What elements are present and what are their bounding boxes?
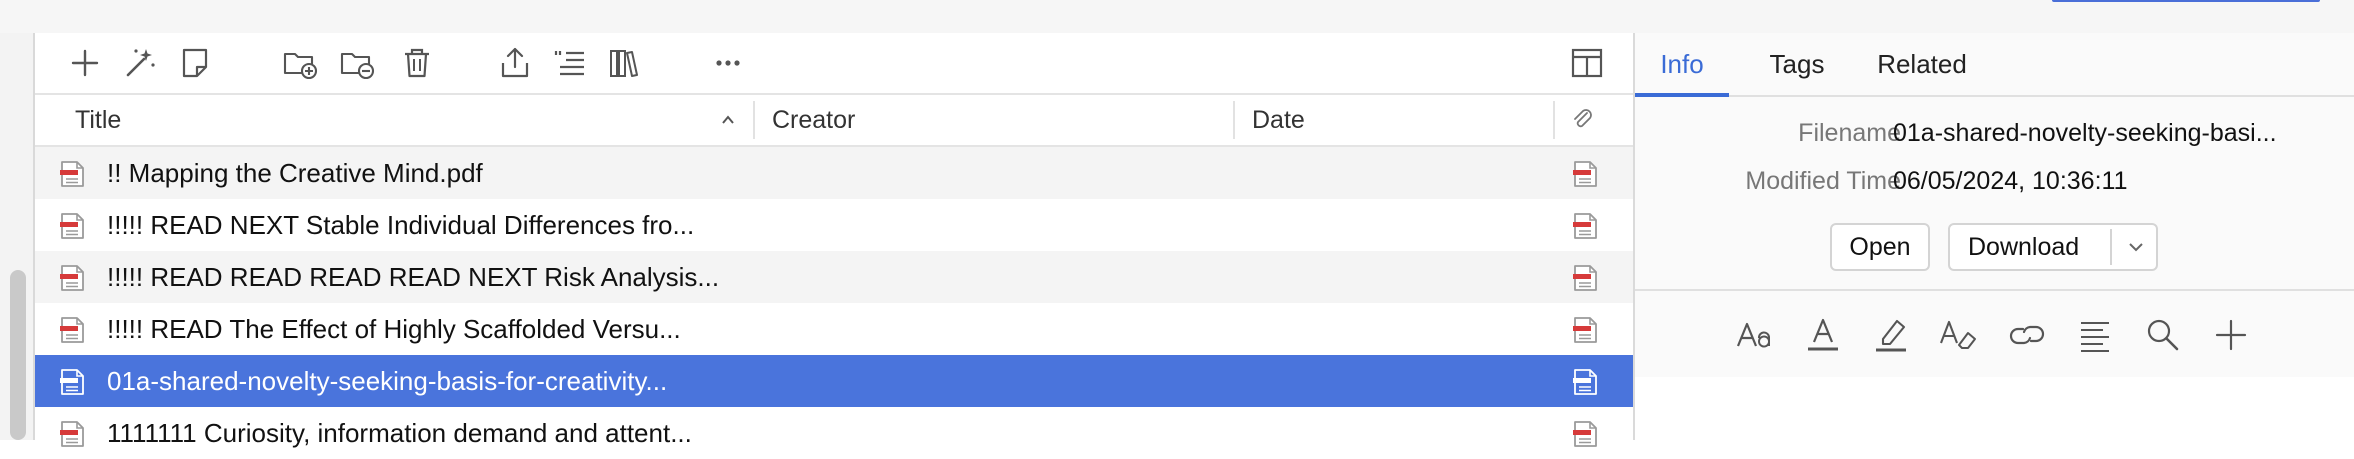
- pdf-icon: [57, 211, 87, 241]
- table-row[interactable]: !!!!! READ NEXT Stable Individual Differ…: [35, 199, 1633, 251]
- column-separator[interactable]: [753, 101, 755, 139]
- filename-value[interactable]: 01a-shared-novelty-seeking-basi...: [1893, 119, 2277, 148]
- modified-time-value: 06/05/2024, 10:36:11: [1893, 167, 2128, 195]
- table-row[interactable]: 1111111 Curiosity, information demand an…: [35, 407, 1633, 459]
- row-title: 1111111 Curiosity, information demand an…: [107, 417, 692, 448]
- trash-icon[interactable]: [397, 45, 437, 81]
- row-title: !!!!! READ The Effect of Highly Scaffold…: [107, 313, 681, 344]
- pdf-attachment-icon[interactable]: [1570, 159, 1600, 189]
- columns-icon[interactable]: [1567, 45, 1607, 81]
- table-row[interactable]: !! Mapping the Creative Mind.pdf: [35, 147, 1633, 199]
- sort-ascending-icon[interactable]: [717, 95, 739, 145]
- search-icon[interactable]: [2141, 313, 2185, 357]
- column-header: Title Creator Date: [35, 95, 1633, 147]
- pdf-icon: [57, 263, 87, 293]
- tab-related-label: Related: [1877, 48, 1967, 79]
- attachment-column-icon[interactable]: [1570, 95, 1596, 145]
- row-title: !!!!! READ READ READ READ NEXT Risk Anal…: [107, 261, 720, 292]
- open-button[interactable]: Open: [1830, 223, 1930, 271]
- citation-icon[interactable]: [550, 45, 590, 81]
- library-icon[interactable]: [605, 45, 645, 81]
- column-creator-label: Creator: [772, 105, 856, 134]
- pdf-icon: [57, 315, 87, 345]
- add-icon[interactable]: [2209, 313, 2253, 357]
- column-date-label: Date: [1252, 105, 1305, 134]
- remove-from-collection-icon[interactable]: [337, 45, 377, 81]
- annotation-area[interactable]: [1635, 377, 2354, 440]
- column-title[interactable]: Title: [75, 95, 121, 145]
- annotation-toolbar: [1635, 289, 2354, 379]
- highlight-icon[interactable]: [1869, 313, 1913, 357]
- column-date[interactable]: Date: [1252, 95, 1305, 145]
- window-top-strip: [0, 0, 2354, 35]
- table-row[interactable]: !!!!! READ READ READ READ NEXT Risk Anal…: [35, 251, 1633, 303]
- filename-label: Filename: [1798, 119, 1901, 147]
- table-row[interactable]: 01a-shared-novelty-seeking-basis-for-cre…: [35, 355, 1633, 407]
- column-title-label: Title: [75, 105, 122, 134]
- download-button-divider: [2110, 229, 2112, 265]
- collections-sidebar-edge: [0, 33, 35, 440]
- text-color-icon[interactable]: [1801, 313, 1845, 357]
- pdf-attachment-icon[interactable]: [1570, 367, 1600, 397]
- font-size-icon[interactable]: [1733, 313, 1777, 357]
- item-pane-tabs: Info Tags Related: [1635, 33, 2354, 97]
- pdf-icon: [57, 419, 87, 449]
- tab-related[interactable]: Related: [1857, 33, 1987, 95]
- pdf-icon: [57, 159, 87, 189]
- align-icon[interactable]: [2073, 313, 2117, 357]
- more-icon[interactable]: [708, 45, 748, 81]
- new-note-icon[interactable]: [175, 45, 215, 81]
- sidebar-scrollbar[interactable]: [10, 270, 26, 440]
- clear-format-icon[interactable]: [1937, 313, 1981, 357]
- export-icon[interactable]: [495, 45, 535, 81]
- pdf-attachment-icon[interactable]: [1570, 263, 1600, 293]
- row-title: 01a-shared-novelty-seeking-basis-for-cre…: [107, 365, 668, 396]
- pdf-attachment-icon[interactable]: [1570, 315, 1600, 345]
- item-pane: Info Tags Related Filename 01a-shared-no…: [1633, 33, 2354, 440]
- tab-info[interactable]: Info: [1635, 33, 1729, 97]
- row-title: !! Mapping the Creative Mind.pdf: [107, 157, 483, 188]
- pdf-icon: [57, 367, 87, 397]
- modified-time-label: Modified Time: [1745, 167, 1901, 195]
- tab-tags-label: Tags: [1769, 48, 1825, 79]
- open-button-label: Open: [1849, 232, 1911, 261]
- link-icon[interactable]: [2005, 313, 2049, 357]
- column-separator[interactable]: [1233, 101, 1235, 139]
- download-button[interactable]: Download: [1948, 223, 2158, 271]
- download-button-label: Download: [1968, 232, 2080, 261]
- items-toolbar: [35, 33, 1633, 95]
- magic-wand-icon[interactable]: [120, 45, 160, 81]
- add-to-collection-icon[interactable]: [280, 45, 320, 81]
- pdf-attachment-icon[interactable]: [1570, 419, 1600, 449]
- column-creator[interactable]: Creator: [772, 95, 855, 145]
- column-separator[interactable]: [1553, 101, 1555, 139]
- new-item-icon[interactable]: [65, 45, 105, 81]
- tab-info-label: Info: [1660, 48, 1704, 79]
- row-title: !!!!! READ NEXT Stable Individual Differ…: [107, 209, 695, 240]
- table-row[interactable]: !!!!! READ The Effect of Highly Scaffold…: [35, 303, 1633, 355]
- pdf-attachment-icon[interactable]: [1570, 211, 1600, 241]
- tab-tags[interactable]: Tags: [1747, 33, 1847, 95]
- chevron-down-icon[interactable]: [2124, 235, 2148, 266]
- top-accent-bar: [2052, 0, 2320, 2]
- items-pane: Title Creator Date !! Mapping the Creati…: [35, 33, 1633, 448]
